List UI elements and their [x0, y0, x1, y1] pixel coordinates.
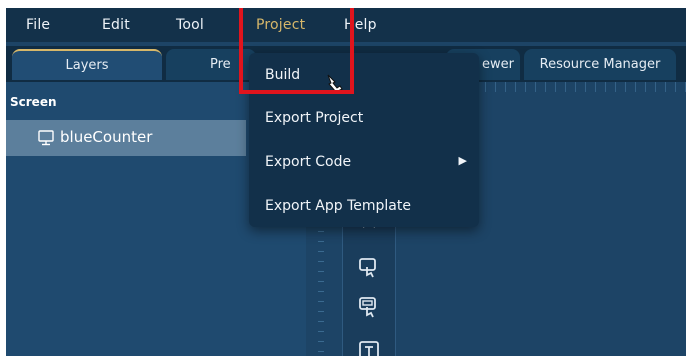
- menu-item-export-app-template[interactable]: Export App Template: [265, 198, 411, 214]
- tab-layers[interactable]: Layers: [12, 49, 162, 80]
- submenu-arrow-icon: ▶: [458, 154, 467, 167]
- layer-item[interactable]: blueCounter: [6, 120, 246, 156]
- app-window: File Edit Tool Project Help Layers Pre e…: [6, 8, 686, 356]
- text-widget-icon[interactable]: [357, 339, 381, 356]
- menu-edit[interactable]: Edit: [102, 17, 130, 33]
- tab-resource-manager[interactable]: Resource Manager: [524, 49, 676, 80]
- highlight-project-build: [239, 8, 354, 94]
- menu-tool[interactable]: Tool: [176, 17, 204, 33]
- menu-file[interactable]: File: [26, 17, 50, 33]
- menu-item-export-code[interactable]: Export Code: [265, 154, 351, 170]
- monitor-icon: [38, 130, 54, 146]
- layer-label: blueCounter: [60, 128, 153, 146]
- menu-item-export-project[interactable]: Export Project: [265, 110, 363, 126]
- panel-header: Screen: [10, 95, 57, 109]
- button-widget-icon[interactable]: [357, 255, 381, 279]
- image-button-widget-icon[interactable]: [357, 295, 381, 319]
